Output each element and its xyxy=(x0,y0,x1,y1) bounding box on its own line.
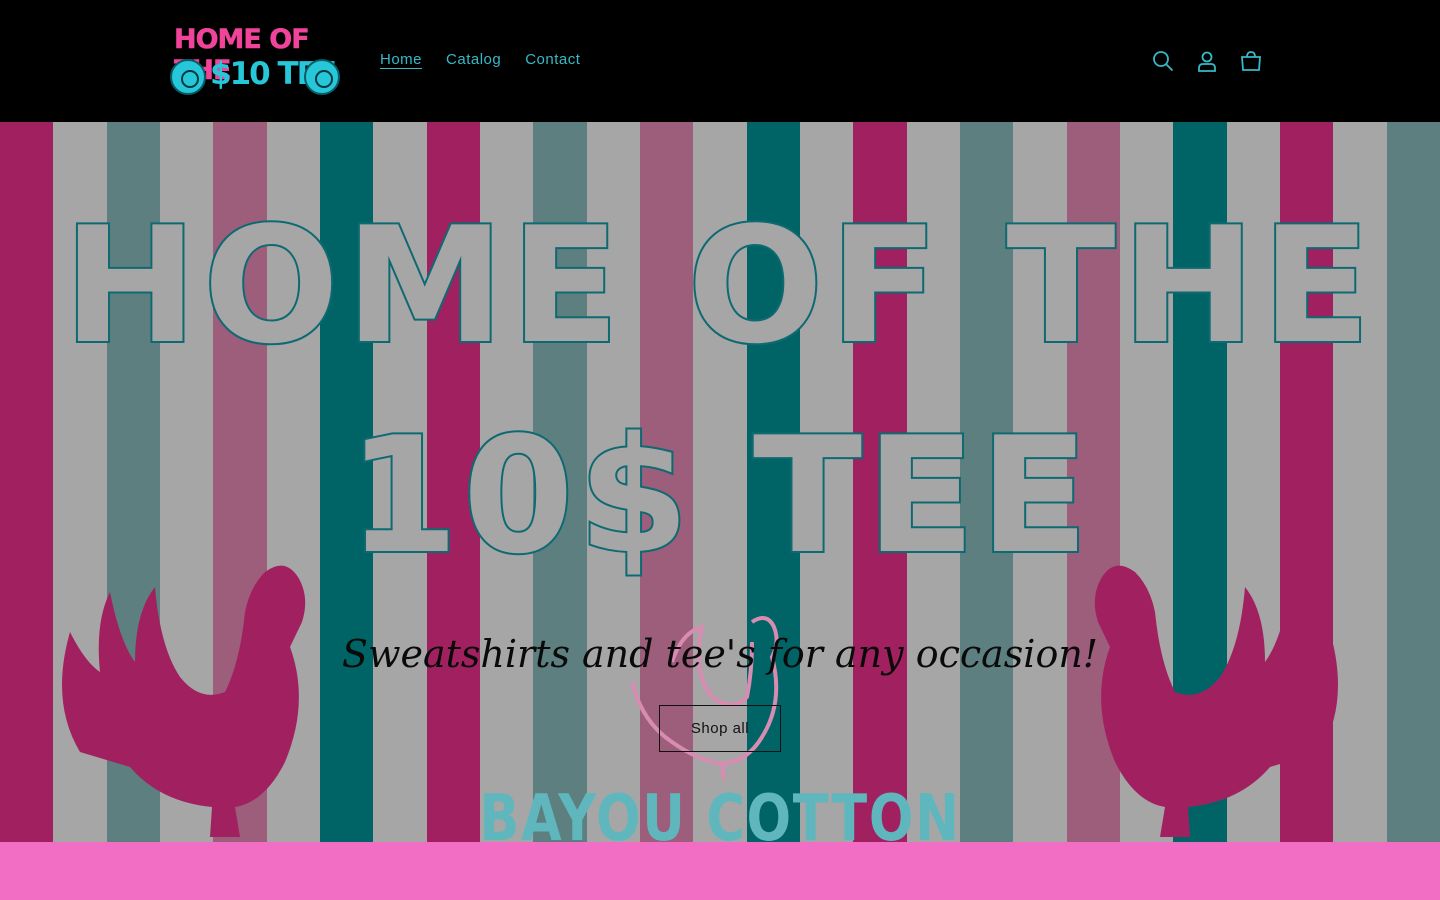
nav-home[interactable]: Home xyxy=(380,51,422,68)
nav-contact[interactable]: Contact xyxy=(525,51,580,68)
hero-banner: HOME OF THE 10$ TEE Sweatshirts and tee'… xyxy=(0,122,1440,842)
site-header: HOME OF THE $10 TEE Home Catalog Contact xyxy=(0,0,1440,122)
cart-icon xyxy=(1241,51,1261,71)
main-nav: Home Catalog Contact xyxy=(380,51,580,68)
hero-brand-text: BAYOU COTTON xyxy=(479,782,961,842)
logo-badge-left xyxy=(170,59,206,95)
cart-button[interactable] xyxy=(1234,44,1268,78)
announcement-band xyxy=(0,842,1440,900)
rooster-center-icon xyxy=(630,616,779,781)
hero-title-line-1: HOME OF THE xyxy=(61,190,1377,381)
hero-tagline: Sweatshirts and tee's for any occasion! xyxy=(341,632,1099,676)
logo-badge-right xyxy=(304,59,340,95)
nav-catalog[interactable]: Catalog xyxy=(446,51,501,68)
shop-all-button[interactable]: Shop all xyxy=(659,705,781,752)
account-icon xyxy=(1198,51,1216,72)
header-icons xyxy=(1146,44,1268,78)
account-button[interactable] xyxy=(1190,44,1224,78)
search-icon xyxy=(1153,51,1174,72)
search-button[interactable] xyxy=(1146,44,1180,78)
site-logo[interactable]: HOME OF THE $10 TEE xyxy=(168,24,344,98)
